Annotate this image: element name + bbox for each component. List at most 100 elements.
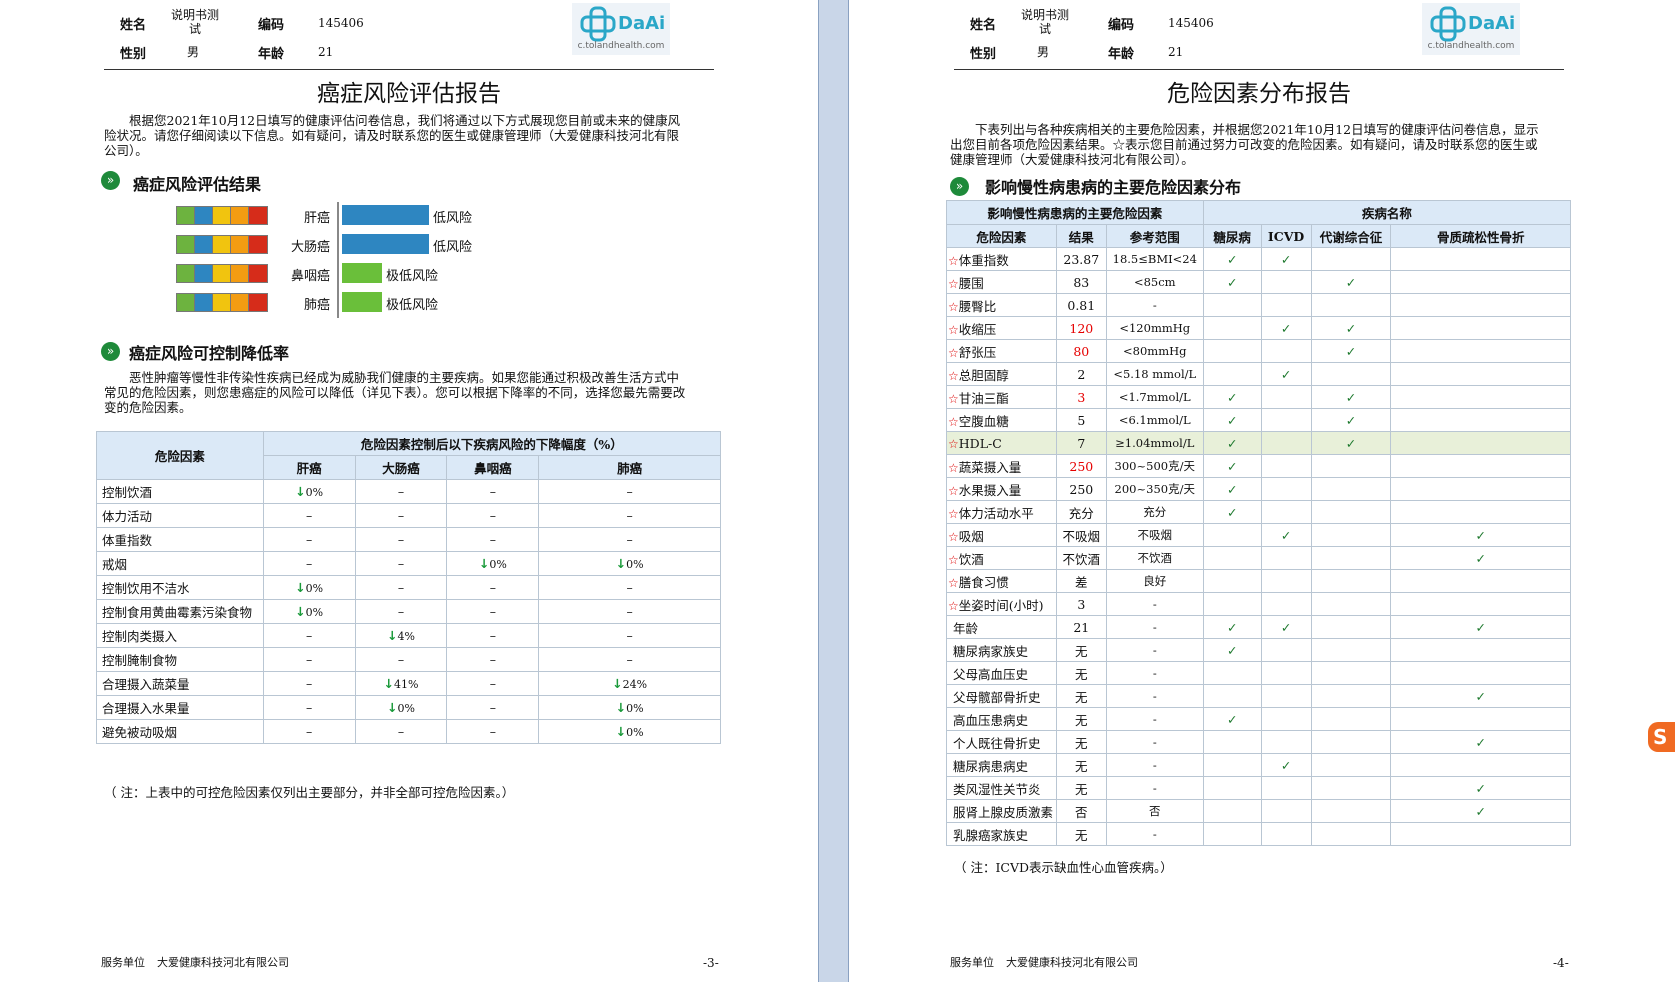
factor-cell: ☆收缩压 <box>946 316 1057 340</box>
check-icon: ✓ <box>1475 688 1486 704</box>
factor-cell: ☆甘油三酯 <box>946 385 1057 409</box>
down-arrow-icon: ↓ <box>295 484 306 499</box>
disease-mark-cell: ✓ <box>1260 523 1312 547</box>
table-row: 类风湿性关节炎无 - ✓ <box>946 776 1571 800</box>
reduction-cell: – <box>446 695 540 720</box>
result-cell: 无 <box>1055 753 1107 777</box>
dai-logo: DaAi c.tolandhealth.com <box>572 3 670 55</box>
factor-name: 类风湿性关节炎 <box>953 781 1041 797</box>
factor-name: 高血压患病史 <box>953 712 1029 728</box>
check-icon: ✓ <box>1280 757 1292 773</box>
disease-mark-cell: ✓ <box>1390 730 1571 754</box>
check-icon: ✓ <box>1345 389 1357 405</box>
disease-mark-cell <box>1390 454 1571 478</box>
reduction-cell: – <box>354 479 448 504</box>
table-row: 合理摄入水果量 – ↓0% – ↓0% <box>96 695 721 720</box>
modifiable-star-icon: ☆ <box>948 322 959 337</box>
disease-mark-cell <box>1202 546 1262 570</box>
reference-cell: 200~350克/天 <box>1105 477 1204 501</box>
reference-cell: <5.18 mmol/L <box>1105 362 1204 386</box>
disease-mark-cell <box>1390 362 1571 386</box>
check-icon: ✓ <box>1280 366 1292 382</box>
factor-name: 水果摄入量 <box>958 482 1022 498</box>
disease-mark-cell <box>1390 247 1571 271</box>
disease-mark-cell: ✓ <box>1202 431 1262 455</box>
factor-cell: 控制肉类摄入 <box>96 623 264 648</box>
factor-cell: ☆HDL-C <box>946 431 1057 455</box>
column-header: 糖尿病 <box>1202 224 1262 248</box>
check-icon: ✓ <box>1226 274 1238 290</box>
logo-text: DaAi <box>1468 13 1516 34</box>
check-icon: ✓ <box>1226 481 1238 497</box>
disease-mark-cell: ✓ <box>1202 454 1262 478</box>
intro-paragraph: 下表列出与各种疾病相关的主要危险因素，并根据您2021年10月12日填写的健康评… <box>950 122 1539 167</box>
disease-mark-cell <box>1390 293 1571 317</box>
column-header: 代谢综合征 <box>1310 224 1392 248</box>
reduction-cell: ↓0% <box>262 599 356 624</box>
table-row: ☆HDL-C 7 ≥1.04mmol/L ✓ ✓ <box>946 431 1571 455</box>
result-cell: 无 <box>1055 638 1107 662</box>
reduction-cell: – <box>538 599 721 624</box>
disease-mark-cell <box>1202 339 1262 363</box>
reduction-cell: – <box>262 647 356 672</box>
disease-mark-cell <box>1310 615 1392 639</box>
factor-name: HDL-C <box>958 435 1002 451</box>
risk-level-bar <box>342 234 429 254</box>
modifiable-star-icon: ☆ <box>948 299 959 314</box>
reference-cell: 否 <box>1105 799 1204 823</box>
check-icon: ✓ <box>1226 458 1238 474</box>
gender-label: 性别 <box>120 47 147 62</box>
disease-mark-cell <box>1310 592 1392 616</box>
modifiable-star-icon: ☆ <box>948 253 959 268</box>
factor-cell: 年龄 <box>946 615 1057 639</box>
age-value: 21 <box>1168 45 1184 59</box>
factor-cell: 戒烟 <box>96 551 264 576</box>
risk-meter <box>176 264 268 283</box>
sogou-ime-icon[interactable]: S <box>1648 722 1675 752</box>
reference-cell: ≥1.04mmol/L <box>1105 431 1204 455</box>
reduction-cell: – <box>538 479 721 504</box>
reduction-cell: – <box>538 527 721 552</box>
table-row: ☆舒张压 80 <80mmHg ✓ <box>946 339 1571 363</box>
check-icon: ✓ <box>1226 504 1238 520</box>
disease-mark-cell <box>1202 523 1262 547</box>
reduction-cell: – <box>538 647 721 672</box>
risk-meter-segment <box>249 236 267 253</box>
check-icon: ✓ <box>1280 251 1292 267</box>
table-row: ☆膳食习惯差良好 <box>946 569 1571 593</box>
reduction-cell: – <box>262 551 356 576</box>
result-cell: 无 <box>1055 661 1107 685</box>
check-icon: ✓ <box>1475 780 1486 796</box>
modifiable-star-icon: ☆ <box>948 529 959 544</box>
disease-mark-cell: ✓ <box>1310 385 1392 409</box>
factor-cell: ☆水果摄入量 <box>946 477 1057 501</box>
id-value: 145406 <box>1168 16 1214 30</box>
check-icon: ✓ <box>1226 619 1238 635</box>
dai-logo: DaAi c.tolandhealth.com <box>1422 3 1520 55</box>
reduction-cell: ↓41% <box>354 671 448 696</box>
reference-cell: - <box>1105 293 1204 317</box>
factor-cell: ☆舒张压 <box>946 339 1057 363</box>
reference-cell: <120mmHg <box>1105 316 1204 340</box>
result-cell: 否 <box>1055 799 1107 823</box>
risk-meter-segment <box>177 265 195 282</box>
reduction-value: 24% <box>622 678 648 691</box>
table-row: 糖尿病患病史 无 - ✓ <box>946 753 1571 777</box>
reference-cell: 良好 <box>1105 569 1204 593</box>
risk-meter-segment <box>249 265 267 282</box>
reduction-cell: ↓24% <box>538 671 721 696</box>
disease-mark-cell <box>1310 293 1392 317</box>
factor-name: 腰臀比 <box>958 298 997 314</box>
table-row: 体力活动 – – – – <box>96 503 721 528</box>
column-header: 参考范围 <box>1105 224 1204 248</box>
disease-mark-cell <box>1260 799 1312 823</box>
table-row: 乳腺癌家族史 无 - <box>946 822 1571 846</box>
disease-mark-cell <box>1390 569 1571 593</box>
disease-mark-cell <box>1202 293 1262 317</box>
risk-meter-segment <box>231 207 249 224</box>
column-header: 危险因素 <box>946 224 1057 248</box>
check-icon: ✓ <box>1345 274 1357 290</box>
factor-cell: 父母髋部骨折史 <box>946 684 1057 708</box>
risk-meter <box>176 206 268 225</box>
section-title-factors: 影响慢性病患病的主要危险因素分布 <box>985 178 1242 197</box>
